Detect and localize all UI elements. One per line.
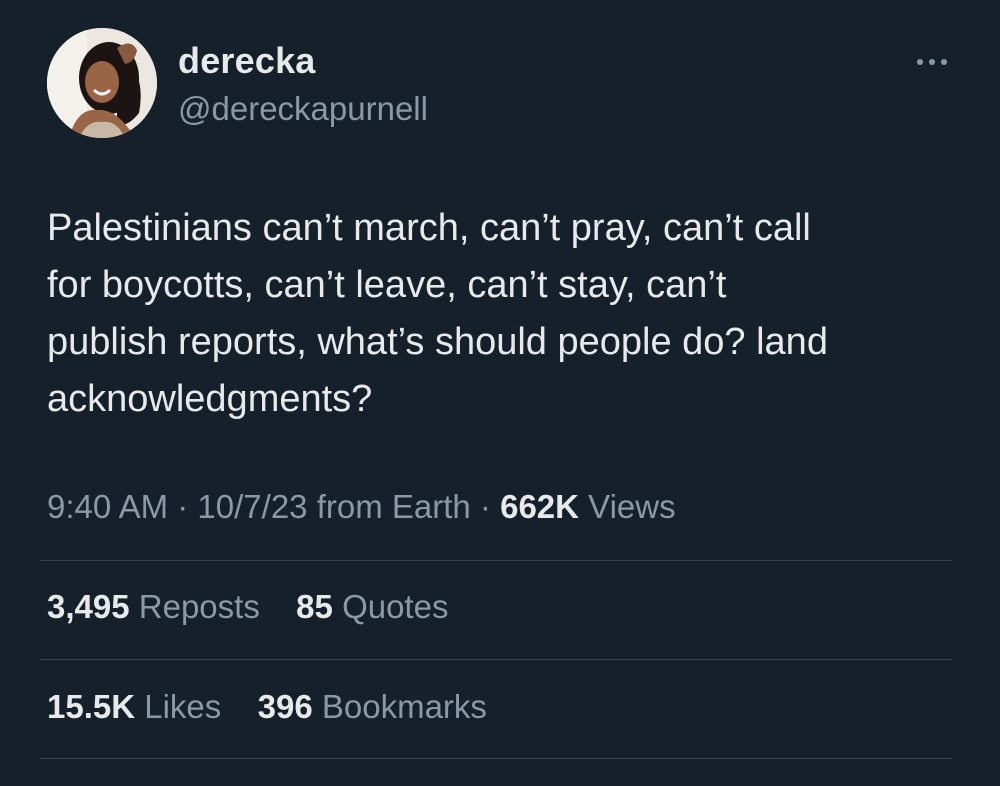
- likes-count: 15.5K: [47, 688, 136, 725]
- meta-separator: ·: [479, 488, 491, 525]
- engagement-row-likes: 15.5K Likes 396 Bookmarks: [47, 688, 487, 726]
- views-label: Views: [588, 488, 676, 525]
- quotes-stat[interactable]: 85 Quotes: [287, 588, 448, 625]
- avatar-photo: [47, 28, 157, 138]
- bookmarks-count: 396: [257, 688, 313, 725]
- quotes-count: 85: [296, 588, 333, 625]
- reposts-label: Reposts: [138, 588, 260, 625]
- views-count: 662K: [500, 488, 579, 525]
- bookmarks-stat[interactable]: 396 Bookmarks: [248, 688, 487, 725]
- divider: [40, 560, 952, 561]
- divider: [40, 659, 952, 660]
- tweet-date[interactable]: 10/7/23: [197, 488, 307, 525]
- avatar[interactable]: [47, 28, 157, 138]
- meta-separator: ·: [177, 488, 189, 525]
- bookmarks-label: Bookmarks: [321, 688, 487, 725]
- engagement-row-reposts: 3,495 Reposts 85 Quotes: [47, 588, 448, 626]
- tweet-detail: derecka @dereckapurnell Palestinians can…: [0, 0, 1000, 786]
- author-handle[interactable]: @dereckapurnell: [178, 90, 428, 128]
- likes-label: Likes: [144, 688, 222, 725]
- tweet-meta: 9:40 AM · 10/7/23 from Earth · 662K View…: [47, 488, 676, 526]
- reposts-count: 3,495: [47, 588, 130, 625]
- author-display-name[interactable]: derecka: [178, 40, 316, 82]
- more-options-button[interactable]: [914, 48, 950, 76]
- divider: [40, 758, 952, 759]
- more-horizontal-icon: [917, 59, 947, 65]
- tweet-source: from Earth: [316, 488, 471, 525]
- likes-stat[interactable]: 15.5K Likes: [47, 688, 230, 725]
- tweet-time[interactable]: 9:40 AM: [47, 488, 168, 525]
- tweet-text: Palestinians can’t march, can’t pray, ca…: [47, 207, 828, 420]
- quotes-label: Quotes: [342, 588, 449, 625]
- reposts-stat[interactable]: 3,495 Reposts: [47, 588, 269, 625]
